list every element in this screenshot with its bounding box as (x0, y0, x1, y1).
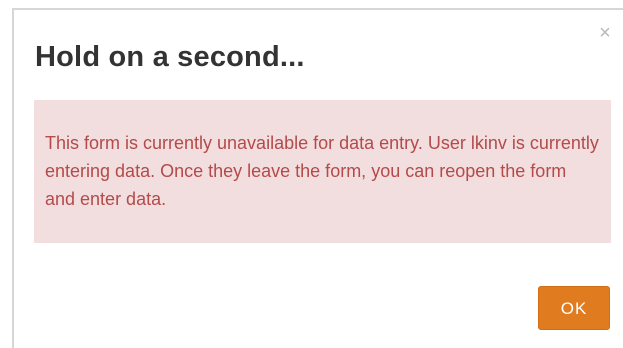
warning-alert: This form is currently unavailable for d… (34, 100, 611, 243)
ok-button[interactable]: OK (538, 286, 610, 330)
modal-dialog: × Hold on a second... This form is curre… (12, 8, 623, 348)
dialog-title: Hold on a second... (35, 41, 305, 73)
page-backdrop: × Hold on a second... This form is curre… (0, 0, 623, 348)
alert-message: This form is currently unavailable for d… (45, 133, 599, 209)
close-icon[interactable]: × (594, 22, 616, 44)
